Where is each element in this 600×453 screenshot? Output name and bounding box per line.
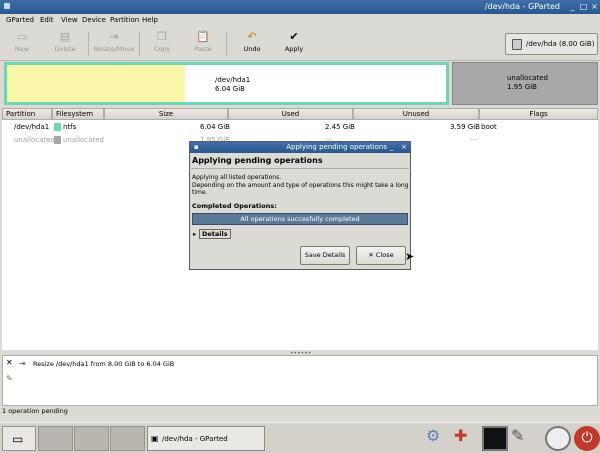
network-icon[interactable]: ⚙ [426, 426, 452, 451]
cell-flags: boot [481, 123, 497, 131]
toolbar-separator [226, 32, 227, 56]
col-unused[interactable]: Unused [353, 108, 479, 120]
screenshot-icon[interactable] [545, 426, 571, 451]
divider [191, 168, 409, 169]
workspace-1[interactable] [38, 426, 73, 451]
dialog-menu-icon[interactable]: ▪ [194, 143, 199, 151]
menu-device[interactable]: Device [82, 16, 106, 24]
menubar: GParted Edit View Device Partition Help [0, 14, 600, 27]
apply-operations-dialog: ▪ Applying pending operations _ × Applyi… [189, 141, 411, 270]
completed-label: Completed Operations: [192, 202, 277, 210]
maximize-icon[interactable]: □ [579, 2, 588, 11]
workspace-3[interactable] [110, 426, 145, 451]
col-size[interactable]: Size [104, 108, 228, 120]
menu-partition[interactable]: Partition [110, 16, 139, 24]
cell-filesystem: ntfs [63, 123, 77, 131]
window-title: /dev/hda - GParted [484, 2, 560, 11]
filesystem-color-icon [54, 123, 61, 131]
details-expander[interactable]: ▸ Details [193, 229, 231, 239]
device-size: (8.00 GiB) [559, 40, 595, 48]
col-partition[interactable]: Partition [2, 108, 52, 120]
paste-button[interactable]: 📋 Paste [183, 29, 223, 59]
apply-button[interactable]: ✔ Apply [274, 29, 314, 59]
col-used[interactable]: Used [228, 108, 353, 120]
device-selector[interactable]: /dev/hda (8.00 GiB) [505, 33, 598, 55]
partition-graphic-name: /dev/hda1 [215, 76, 251, 84]
dialog-title: Applying pending operations [286, 143, 387, 151]
status-bar: 1 operation pending [2, 407, 68, 415]
close-pane-icon[interactable]: ✕ [6, 358, 13, 367]
cell-filesystem: unallocated [63, 136, 104, 144]
toolbar-separator [139, 32, 140, 56]
unallocated-graphic[interactable]: unallocated 1.95 GiB [452, 62, 598, 105]
menu-edit[interactable]: Edit [40, 16, 54, 24]
new-icon: ▭ [16, 30, 28, 43]
unallocated-graphic-size: 1.95 GiB [507, 83, 537, 91]
start-menu-button[interactable]: ▭ [2, 426, 36, 451]
undo-operation-icon[interactable]: ✎ [6, 374, 13, 383]
delete-button[interactable]: ▤ Delete [45, 29, 85, 59]
undo-icon: ↶ [247, 30, 257, 43]
copy-icon: ❐ [157, 30, 167, 43]
resize-operation-icon: ⇥ [19, 359, 26, 368]
desktop-icon: ▭ [12, 432, 24, 446]
dialog-heading: Applying pending operations [192, 156, 323, 165]
terminal-icon[interactable] [482, 426, 508, 451]
used-space-bar [7, 65, 185, 102]
app-icon: ▣ [151, 434, 159, 443]
window-menu-icon[interactable] [4, 3, 10, 9]
taskbar: ▭ ▣ /dev/hda - GParted ⚙ ✚ ✎ ⏻ [0, 422, 600, 453]
window-titlebar[interactable]: /dev/hda - GParted _ □ × [0, 0, 600, 14]
resize-icon: ⇥ [109, 30, 119, 43]
filesystem-color-icon [54, 136, 61, 144]
hard-disk-icon [512, 39, 522, 50]
minimize-icon[interactable]: _ [568, 2, 577, 11]
operation-item[interactable]: Resize /dev/hda1 from 8.00 GiB to 6.04 G… [33, 360, 174, 368]
cell-unused: --- [470, 136, 478, 144]
menu-gparted[interactable]: GParted [6, 16, 34, 24]
save-details-button[interactable]: Save Details [300, 246, 350, 265]
paste-icon: 📋 [196, 30, 210, 43]
power-icon[interactable]: ⏻ [574, 426, 600, 451]
close-button[interactable]: ✕ Close [356, 246, 406, 265]
resize-move-button[interactable]: ⇥ Resize/Move [92, 29, 136, 59]
workspace-2[interactable] [74, 426, 109, 451]
taskbar-item-gparted[interactable]: ▣ /dev/hda - GParted [147, 426, 265, 451]
device-name: /dev/hda [526, 40, 557, 48]
cell-used: 2.45 GiB [325, 123, 355, 131]
progress-bar: All operations succesfully completed [192, 213, 408, 225]
partition-graphic-size: 6.04 GiB [215, 85, 245, 93]
pane-splitter[interactable]: •••••• [0, 350, 600, 357]
dialog-text: Depending on the amount and type of oper… [192, 182, 409, 196]
partition-table-header: Partition Filesystem Size Used Unused Fl… [2, 108, 598, 120]
close-x-icon: ✕ [368, 251, 374, 259]
cell-unused: 3.59 GiB [450, 123, 480, 131]
mouse-cursor-icon: ➤ [405, 250, 415, 263]
cell-partition: unallocated [14, 136, 55, 144]
partition-graphic-hda1[interactable]: /dev/hda1 6.04 GiB [4, 62, 449, 105]
table-row[interactable]: /dev/hda1 ntfs 6.04 GiB 2.45 GiB 3.59 Gi… [2, 121, 598, 133]
dialog-minimize-icon[interactable]: _ [390, 143, 394, 151]
details-label: Details [199, 229, 231, 239]
dialog-close-icon[interactable]: × [401, 143, 407, 151]
col-flags[interactable]: Flags [479, 108, 598, 120]
gparted-tray-icon[interactable]: ✚ [454, 426, 480, 451]
undo-button[interactable]: ↶ Undo [232, 29, 272, 59]
toolbar-separator [88, 32, 89, 56]
menu-view[interactable]: View [61, 16, 78, 24]
dialog-titlebar[interactable]: ▪ Applying pending operations _ × [190, 142, 410, 153]
close-icon[interactable]: × [590, 2, 599, 11]
checkmark-icon: ✔ [289, 30, 299, 43]
new-button[interactable]: ▭ New [2, 29, 42, 59]
cell-size: 6.04 GiB [200, 123, 230, 131]
copy-button[interactable]: ❐ Copy [142, 29, 182, 59]
cell-partition: /dev/hda1 [14, 123, 50, 131]
dialog-text: Applying all listed operations. [192, 174, 282, 181]
pending-operations-pane: ✕ ✎ ⇥ Resize /dev/hda1 from 8.00 GiB to … [2, 355, 598, 406]
col-filesystem[interactable]: Filesystem [52, 108, 104, 120]
delete-icon: ▤ [59, 30, 71, 43]
unallocated-graphic-name: unallocated [507, 74, 548, 82]
editor-icon[interactable]: ✎ [511, 426, 537, 451]
menu-help[interactable]: Help [142, 16, 158, 24]
